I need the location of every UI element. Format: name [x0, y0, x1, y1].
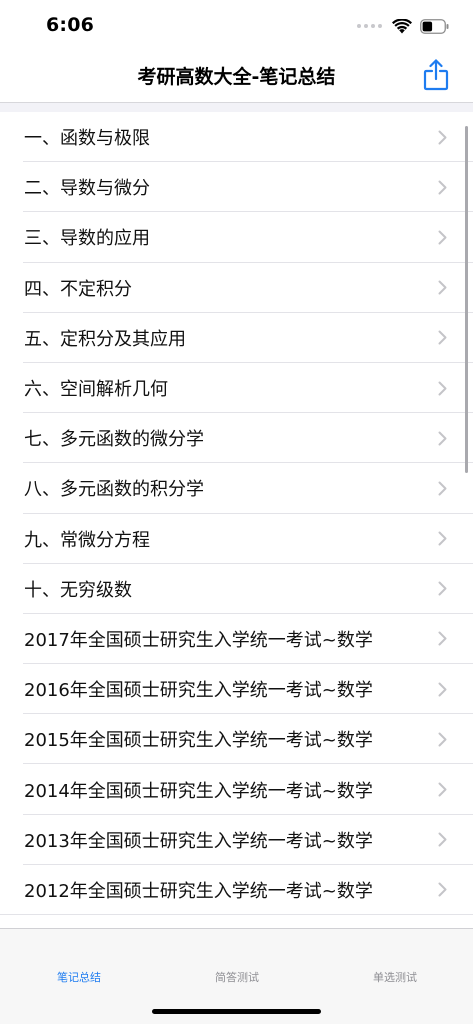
chevron-right-icon — [438, 431, 447, 446]
chevron-right-icon — [438, 581, 447, 596]
cellular-signal-icon — [357, 24, 382, 28]
list-item-label: 2015年全国硕士研究生入学统一考试~数学 — [24, 730, 373, 752]
chevron-right-icon — [438, 230, 447, 245]
list-item[interactable]: 2012年全国硕士研究生入学统一考试~数学 — [0, 865, 473, 916]
list-item-label: 二、导数与微分 — [24, 178, 150, 200]
chevron-right-icon — [438, 280, 447, 295]
chevron-right-icon — [438, 180, 447, 195]
battery-icon — [420, 18, 449, 34]
list-item-label: 2013年全国硕士研究生入学统一考试~数学 — [24, 830, 373, 852]
section-gap — [0, 103, 473, 112]
chevron-right-icon — [438, 682, 447, 697]
list-item[interactable]: 三、导数的应用 — [0, 212, 473, 263]
page-title: 考研高数大全-笔记总结 — [137, 66, 336, 88]
home-indicator[interactable] — [152, 1009, 321, 1014]
list-item[interactable]: 2014年全国硕士研究生入学统一考试~数学 — [0, 764, 473, 815]
status-time: 6:06 — [46, 14, 95, 36]
status-bar: 6:06 — [0, 0, 473, 50]
list-item[interactable]: 四、不定积分 — [0, 263, 473, 313]
list-item[interactable]: 2013年全国硕士研究生入学统一考试~数学 — [0, 815, 473, 866]
chevron-right-icon — [438, 882, 447, 897]
chevron-right-icon — [438, 782, 447, 797]
app-screen: 6:06 考研高数大全-笔记总结 一、函数与极限 二、导数与微分 三、导数的应用… — [0, 0, 473, 1024]
chevron-right-icon — [438, 732, 447, 747]
list-item-label: 2016年全国硕士研究生入学统一考试~数学 — [24, 680, 373, 702]
chevron-right-icon — [438, 832, 447, 847]
chapter-list: 一、函数与极限 二、导数与微分 三、导数的应用 四、不定积分五、定积分及其应用 六、空间… — [0, 112, 473, 916]
list-item-label: 十、无穷级数 — [24, 579, 132, 601]
status-indicators — [357, 16, 449, 36]
list-item[interactable]: 八、多元函数的积分学 — [0, 463, 473, 514]
chevron-right-icon — [438, 330, 447, 345]
wifi-icon — [392, 18, 412, 33]
list-item-label: 七、多元函数的微分学 — [24, 429, 204, 451]
list-item-label: 八、多元函数的积分学 — [24, 479, 204, 501]
list-item[interactable]: 十、无穷级数 — [0, 564, 473, 615]
list-item-label: 2017年全国硕士研究生入学统一考试~数学 — [24, 629, 373, 651]
scroll-indicator[interactable] — [465, 126, 468, 473]
list-item[interactable]: 五、定积分及其应用 — [0, 313, 473, 364]
chevron-right-icon — [438, 381, 447, 396]
list-item[interactable]: 2017年全国硕士研究生入学统一考试~数学 — [0, 614, 473, 665]
tab-single-choice-test[interactable]: 单选测试 — [316, 969, 473, 985]
list-item[interactable]: 九、常微分方程 — [0, 514, 473, 564]
list-item-label: 四、不定积分 — [24, 278, 132, 300]
navigation-bar: 考研高数大全-笔记总结 — [0, 50, 473, 102]
list-item-label: 九、常微分方程 — [24, 529, 150, 551]
chevron-right-icon — [438, 531, 447, 546]
list-item-label: 2014年全国硕士研究生入学统一考试~数学 — [24, 780, 373, 802]
tab-notes-summary[interactable]: 笔记总结 — [0, 969, 158, 985]
list-item[interactable]: 2015年全国硕士研究生入学统一考试~数学 — [0, 714, 473, 765]
list-item-label: 六、空间解析几何 — [24, 379, 168, 401]
share-icon[interactable] — [423, 59, 449, 91]
list-item-label: 2012年全国硕士研究生入学统一考试~数学 — [24, 880, 373, 902]
list-item-label: 一、函数与极限 — [24, 128, 150, 150]
chevron-right-icon — [438, 631, 447, 646]
list-item[interactable]: 一、函数与极限 — [0, 112, 473, 163]
chevron-right-icon — [438, 481, 447, 496]
list-item-label: 三、导数的应用 — [24, 228, 150, 250]
list-item[interactable]: 七、多元函数的微分学 — [0, 413, 473, 464]
list-item-label: 五、定积分及其应用 — [24, 328, 186, 350]
list-item[interactable]: 六、空间解析几何 — [0, 363, 473, 414]
list-item[interactable]: 2016年全国硕士研究生入学统一考试~数学 — [0, 664, 473, 715]
chevron-right-icon — [438, 130, 447, 145]
list-item[interactable]: 二、导数与微分 — [0, 162, 473, 213]
tab-short-answer-test[interactable]: 简答测试 — [158, 969, 316, 985]
